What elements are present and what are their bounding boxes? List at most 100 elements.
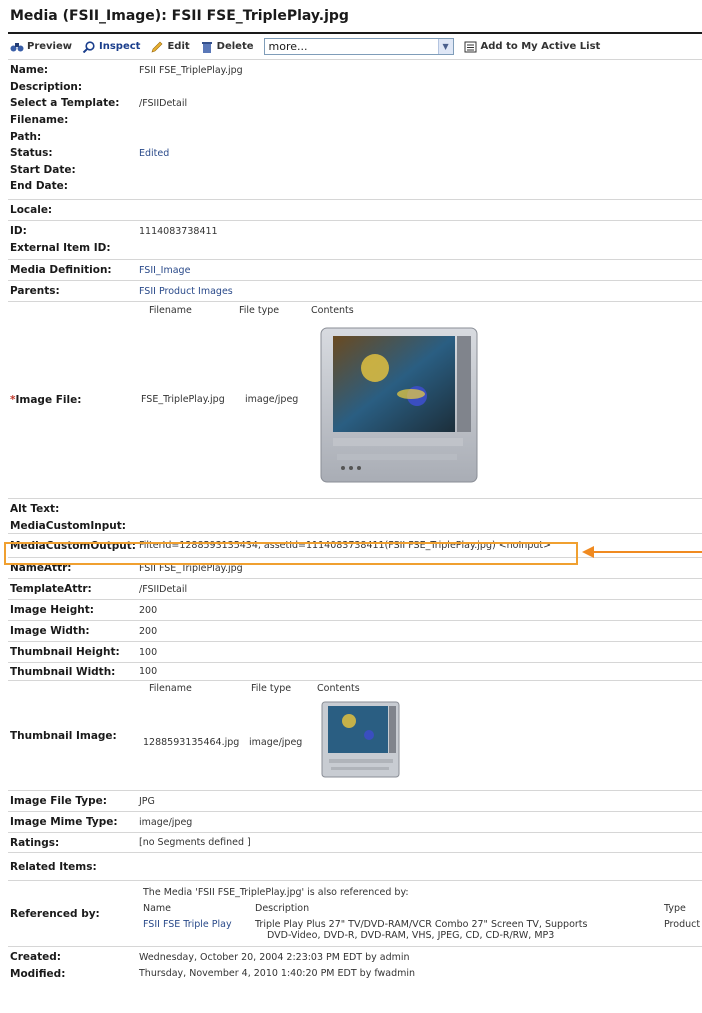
thumbnail-file-table: Filename File type Contents 128859313546… <box>139 681 539 790</box>
created-label: Created: <box>10 951 61 964</box>
media-custom-input-label: MediaCustomInput: <box>10 519 126 532</box>
name-value: FSII FSE_TriplePlay.jpg <box>139 64 243 76</box>
thumb-col-filename-header: Filename <box>149 683 192 694</box>
audit-group: Created: Wednesday, October 20, 2004 2:2… <box>8 947 702 984</box>
referenced-by-table: The Media 'FSII FSE_TriplePlay.jpg' is a… <box>139 881 701 946</box>
ref-item-name-link[interactable]: FSII FSE Triple Play <box>143 919 232 930</box>
basic-info-group: Name: FSII FSE_TriplePlay.jpg Descriptio… <box>8 60 702 200</box>
ref-item-description-line1: Triple Play Plus 27" TV/DVD-RAM/VCR Comb… <box>255 919 588 930</box>
thumbnail-width-row: Thumbnail Width: 100 <box>8 663 702 681</box>
tv-thumbnail[interactable] <box>321 701 401 779</box>
id-label: ID: <box>10 225 27 238</box>
preview-button[interactable]: Preview <box>10 41 72 53</box>
external-id-label: External Item ID: <box>10 241 111 254</box>
image-width-label: Image Width: <box>10 625 90 637</box>
template-row: Select a Template: /FSIIDetail <box>8 95 702 112</box>
template-label: Select a Template: <box>10 97 120 110</box>
inspect-label: Inspect <box>99 41 141 52</box>
parents-label: Parents: <box>10 285 60 297</box>
ref-col-description-header: Description <box>255 903 310 914</box>
media-definition-row: Media Definition: FSII_Image <box>8 260 702 281</box>
locale-label: Locale: <box>10 204 53 216</box>
template-attr-label: TemplateAttr: <box>10 583 92 595</box>
modified-row: Modified: Thursday, November 4, 2010 1:4… <box>8 966 702 983</box>
ref-item-type: Product <box>664 919 701 930</box>
filename-label: Filename: <box>10 114 69 127</box>
highlight-box <box>4 542 578 565</box>
alt-text-group: Alt Text: MediaCustomInput: <box>8 499 702 534</box>
image-filetype: image/jpeg <box>245 394 299 405</box>
media-custom-input-row: MediaCustomInput: <box>8 518 702 535</box>
locale-row: Locale: <box>8 200 702 221</box>
highlight-arrow-shaft <box>592 551 702 553</box>
chevron-down-icon: ▼ <box>437 39 453 54</box>
tv-image[interactable] <box>319 326 481 486</box>
binoculars-icon <box>10 42 24 51</box>
more-actions-select[interactable]: more... ▼ <box>263 38 454 55</box>
status-row: Status: Edited <box>8 145 702 162</box>
magnifier-icon <box>82 40 95 53</box>
highlight-arrow-icon <box>582 546 594 558</box>
inspect-button[interactable]: Inspect <box>82 40 141 53</box>
description-row: Description: <box>8 79 702 96</box>
alt-text-label: Alt Text: <box>10 503 60 516</box>
template-attr-row: TemplateAttr: /FSIIDetail <box>8 579 702 600</box>
parents-row: Parents: FSII Product Images <box>8 281 702 302</box>
image-mime-type-value: image/jpeg <box>139 816 193 828</box>
parents-link[interactable]: FSII Product Images <box>139 281 233 301</box>
id-row: ID: 1114083738411 <box>8 223 702 240</box>
ref-col-name-header: Name <box>143 903 172 914</box>
thumb-filename: 1288593135464.jpg <box>143 737 240 748</box>
list-icon <box>464 41 477 52</box>
thumbnail-height-value: 100 <box>139 646 158 658</box>
ref-col-type-header: Type <box>664 903 686 914</box>
template-attr-value: /FSIIDetail <box>139 583 188 595</box>
delete-label: Delete <box>216 41 254 52</box>
add-to-active-list-button[interactable]: Add to My Active List <box>464 41 601 53</box>
thumb-col-filetype-header: File type <box>251 683 292 694</box>
image-file-table: Filename File type Contents FSE_TriplePl… <box>139 302 539 498</box>
image-width-row: Image Width: 200 <box>8 621 702 642</box>
media-definition-link[interactable]: FSII_Image <box>139 260 190 280</box>
media-detail-page: Media (FSII_Image): FSII FSE_TriplePlay.… <box>8 0 702 984</box>
path-label: Path: <box>10 130 42 143</box>
image-height-value: 200 <box>139 604 158 616</box>
created-value: Wednesday, October 20, 2004 2:23:03 PM E… <box>139 951 410 963</box>
delete-button[interactable]: Delete <box>200 41 254 53</box>
image-height-row: Image Height: 200 <box>8 600 702 621</box>
name-label: Name: <box>10 64 49 77</box>
more-actions-value: more... <box>268 40 308 53</box>
pencil-icon <box>151 41 163 52</box>
thumb-col-contents-header: Contents <box>317 683 360 694</box>
add-to-active-list-label: Add to My Active List <box>480 41 601 52</box>
alt-text-row: Alt Text: <box>8 501 702 518</box>
name-row: Name: FSII FSE_TriplePlay.jpg <box>8 62 702 79</box>
thumbnail-width-value: 100 <box>139 666 158 677</box>
filename-row: Filename: <box>8 112 702 129</box>
media-definition-label: Media Definition: <box>10 264 112 276</box>
ratings-value: [no Segments defined ] <box>139 837 251 848</box>
start-date-label: Start Date: <box>10 163 76 176</box>
thumbnail-height-label: Thumbnail Height: <box>10 646 120 658</box>
col-contents-header: Contents <box>311 305 354 316</box>
image-mime-type-row: Image Mime Type: image/jpeg <box>8 812 702 833</box>
end-date-row: End Date: <box>8 178 702 195</box>
created-row: Created: Wednesday, October 20, 2004 2:2… <box>8 949 702 966</box>
col-filetype-header: File type <box>239 305 280 316</box>
thumbnail-width-label: Thumbnail Width: <box>10 665 116 678</box>
thumbnail-image-label: Thumbnail Image: <box>10 729 117 742</box>
thumbnail-height-row: Thumbnail Height: 100 <box>8 642 702 663</box>
image-file-type-label: Image File Type: <box>10 795 107 807</box>
ratings-row: Ratings: [no Segments defined ] <box>8 833 702 853</box>
ref-item-description-line2: DVD-Video, DVD-R, DVD-RAM, VHS, JPEG, CD… <box>267 930 555 941</box>
image-width-value: 200 <box>139 625 158 637</box>
col-filename-header: Filename <box>149 305 192 316</box>
edit-label: Edit <box>167 41 190 52</box>
description-label: Description: <box>10 80 83 93</box>
page-title: Media (FSII_Image): FSII FSE_TriplePlay.… <box>8 0 702 34</box>
path-row: Path: <box>8 128 702 145</box>
referenced-by-row: Referenced by: The Media 'FSII FSE_Tripl… <box>8 881 702 947</box>
ratings-label: Ratings: <box>10 836 60 849</box>
thumb-filetype: image/jpeg <box>249 737 303 748</box>
edit-button[interactable]: Edit <box>150 41 190 53</box>
